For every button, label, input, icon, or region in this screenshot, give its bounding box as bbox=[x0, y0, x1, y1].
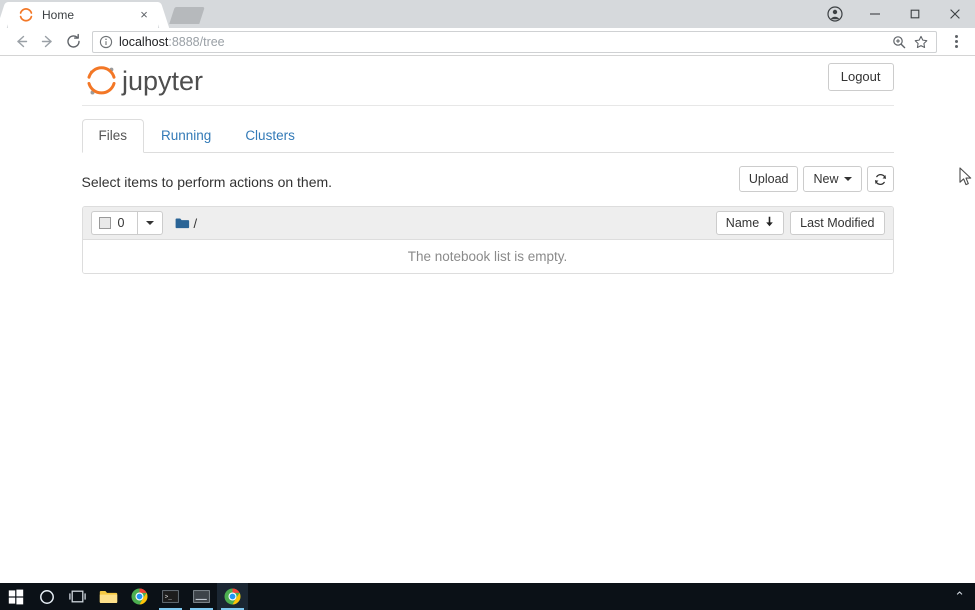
file-explorer-button[interactable] bbox=[93, 583, 124, 610]
chevron-down-icon bbox=[843, 177, 852, 181]
browser-tab-title: Home bbox=[42, 8, 75, 22]
jupyter-logo[interactable]: jupyter bbox=[82, 57, 207, 106]
maximize-button[interactable] bbox=[895, 0, 935, 28]
upload-button[interactable]: Upload bbox=[738, 166, 799, 192]
start-button[interactable] bbox=[0, 583, 31, 610]
jupyter-tabs: Files Running Clusters bbox=[81, 119, 894, 153]
chrome-pinned-button[interactable] bbox=[124, 583, 155, 610]
tray-chevron-up-icon[interactable]: ⌃ bbox=[954, 589, 965, 605]
selected-count: 0 bbox=[117, 216, 125, 230]
tab-clusters[interactable]: Clusters bbox=[228, 119, 312, 153]
tab-running[interactable]: Running bbox=[144, 119, 228, 153]
breadcrumb: / bbox=[175, 216, 198, 231]
arrow-down-icon bbox=[765, 216, 774, 230]
minimize-button[interactable] bbox=[855, 0, 895, 28]
jupyter-header: jupyter Logout bbox=[81, 57, 894, 106]
new-button-label: New bbox=[813, 172, 839, 186]
browser-toolbar: localhost:8888/tree bbox=[0, 28, 975, 56]
system-tray: ⌃ bbox=[954, 589, 975, 605]
window-controls bbox=[815, 0, 975, 28]
close-window-button[interactable] bbox=[935, 0, 975, 28]
select-all-group: 0 bbox=[90, 211, 163, 235]
task-view-button[interactable] bbox=[62, 583, 93, 610]
refresh-button[interactable] bbox=[866, 166, 894, 192]
select-dropdown-button[interactable] bbox=[136, 211, 163, 235]
url-host: localhost bbox=[119, 34, 169, 49]
checkbox-icon[interactable] bbox=[98, 217, 111, 229]
mouse-cursor bbox=[959, 167, 973, 187]
address-bar[interactable]: localhost:8888/tree bbox=[92, 30, 937, 53]
info-icon[interactable] bbox=[99, 35, 113, 49]
new-tab-button[interactable] bbox=[169, 7, 205, 24]
sort-name-label: Name bbox=[725, 216, 760, 230]
browser-tab-strip: Home × bbox=[0, 0, 975, 28]
empty-list-message: The notebook list is empty. bbox=[82, 240, 893, 273]
terminal-window-2-button[interactable] bbox=[186, 583, 217, 610]
url-path: :8888/tree bbox=[168, 34, 225, 49]
jupyter-container: jupyter Logout Files Running Clusters Se… bbox=[81, 57, 894, 274]
refresh-icon bbox=[874, 173, 886, 185]
chrome-active-button[interactable] bbox=[217, 583, 248, 610]
windows-taskbar: >_ ⌃ bbox=[0, 583, 975, 610]
tab-files[interactable]: Files bbox=[81, 119, 145, 153]
cortana-button[interactable] bbox=[31, 583, 62, 610]
reload-button[interactable] bbox=[60, 29, 86, 55]
bookmark-star-icon[interactable] bbox=[912, 33, 930, 51]
svg-text:>_: >_ bbox=[165, 593, 173, 600]
jupyter-favicon bbox=[18, 7, 34, 23]
sort-by-last-modified-button[interactable]: Last Modified bbox=[790, 211, 885, 235]
folder-icon bbox=[175, 217, 190, 230]
terminal-window-1-button[interactable]: >_ bbox=[155, 583, 186, 610]
sort-by-name-button[interactable]: Name bbox=[715, 211, 785, 235]
profile-icon[interactable] bbox=[815, 0, 855, 28]
browser-tab-home[interactable]: Home × bbox=[8, 2, 158, 28]
action-instruction-text: Select items to perform actions on them. bbox=[81, 174, 333, 190]
browser-window: Home × localhost:8888/tree jupyter Logou… bbox=[0, 0, 975, 583]
select-all-checkbox-button[interactable]: 0 bbox=[90, 211, 137, 235]
address-bar-url: localhost:8888/tree bbox=[119, 35, 886, 49]
logout-button[interactable]: Logout bbox=[827, 63, 894, 91]
zoom-search-icon[interactable] bbox=[890, 33, 908, 51]
chevron-down-icon bbox=[145, 221, 154, 225]
new-button[interactable]: New bbox=[803, 166, 862, 192]
action-row: Select items to perform actions on them.… bbox=[81, 166, 894, 197]
action-buttons: Upload New bbox=[734, 166, 894, 192]
sort-buttons: Name Last Modified bbox=[710, 211, 885, 235]
breadcrumb-root[interactable]: / bbox=[194, 216, 198, 231]
notebook-list-header: 0 / Name Last Modified bbox=[82, 207, 893, 240]
back-button[interactable] bbox=[8, 29, 34, 55]
close-icon[interactable]: × bbox=[136, 7, 152, 23]
svg-text:jupyter: jupyter bbox=[121, 66, 203, 96]
notebook-list-panel: 0 / Name Last Modified The notebook list… bbox=[81, 206, 894, 274]
forward-button[interactable] bbox=[34, 29, 60, 55]
browser-menu-button[interactable] bbox=[945, 29, 967, 55]
page-content: jupyter Logout Files Running Clusters Se… bbox=[0, 57, 975, 583]
